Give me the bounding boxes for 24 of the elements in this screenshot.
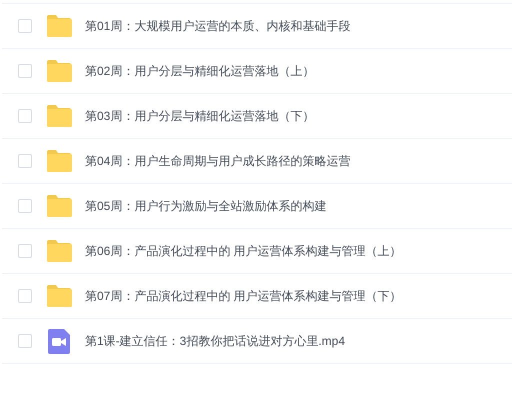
checkbox[interactable] xyxy=(18,64,32,78)
file-name[interactable]: 第07周：产品演化过程中的 用户运营体系构建与管理（下） xyxy=(85,287,402,305)
checkbox[interactable] xyxy=(18,109,32,123)
folder-icon xyxy=(46,60,72,82)
folder-icon xyxy=(46,150,72,172)
file-name[interactable]: 第01周：大规模用户运营的本质、内核和基础手段 xyxy=(85,17,350,35)
file-name[interactable]: 第04周：用户生命周期与用户成长路径的策略运营 xyxy=(85,152,350,170)
folder-icon xyxy=(46,240,72,262)
file-name[interactable]: 第05周：用户行为激励与全站激励体系的构建 xyxy=(85,197,326,215)
folder-icon xyxy=(46,195,72,217)
folder-icon xyxy=(46,105,72,127)
checkbox[interactable] xyxy=(18,154,32,168)
checkbox[interactable] xyxy=(18,19,32,33)
video-file-icon xyxy=(48,328,70,354)
file-name[interactable]: 第1课-建立信任：3招教你把话说进对方心里.mp4 xyxy=(85,332,346,350)
checkbox[interactable] xyxy=(18,289,32,303)
checkbox[interactable] xyxy=(18,244,32,258)
folder-icon xyxy=(46,15,72,37)
folder-icon xyxy=(46,285,72,307)
file-name[interactable]: 第02周：用户分层与精细化运营落地（上） xyxy=(85,62,314,80)
checkbox[interactable] xyxy=(18,334,32,348)
checkbox[interactable] xyxy=(18,199,32,213)
file-name[interactable]: 第03周：用户分层与精细化运营落地（下） xyxy=(85,107,314,125)
file-name[interactable]: 第06周：产品演化过程中的 用户运营体系构建与管理（上） xyxy=(85,242,402,260)
